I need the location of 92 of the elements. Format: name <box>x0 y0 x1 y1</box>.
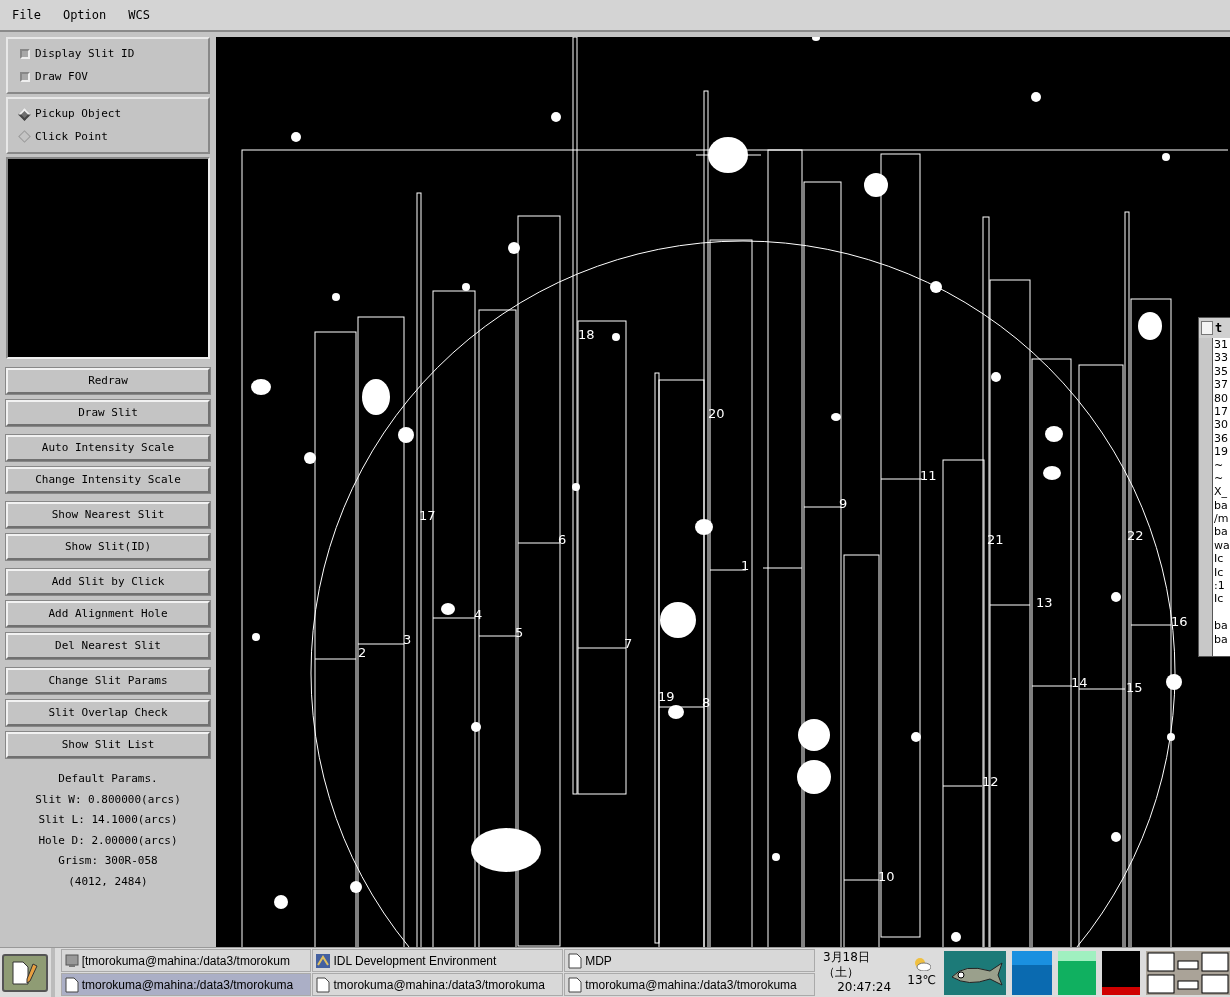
taskbar-button[interactable]: tmorokuma@mahina:/data3/tmorokuma <box>312 973 564 996</box>
terminal-line: :1 <box>1214 579 1226 593</box>
taskbar-button[interactable]: tmorokuma@mahina:/data3/tmorokuma <box>564 973 815 996</box>
slit-number: 11 <box>920 469 937 482</box>
action-button[interactable]: Show Slit List <box>6 732 210 758</box>
taskbar-button[interactable]: tmorokuma@mahina:/data3/tmorokuma <box>60 973 312 996</box>
menu-item[interactable]: File <box>12 6 41 24</box>
scrollbar[interactable] <box>1199 338 1213 656</box>
action-button[interactable]: Add Alignment Hole <box>6 601 210 627</box>
checkbox[interactable] <box>20 71 30 82</box>
param-text: Slit L: 14.1000(arcs) <box>38 812 178 828</box>
param-text: Slit W: 0.800000(arcs) <box>35 791 181 808</box>
terminal-line: ba <box>1214 498 1229 513</box>
slit-number: 13 <box>1036 596 1053 609</box>
terminal-line: 33 <box>1214 351 1229 365</box>
terminal-line: 35 <box>1214 364 1229 379</box>
terminal-line: 36 <box>1214 431 1229 446</box>
clock-time: 20:47:24 <box>837 980 892 995</box>
temperature-text: 13℃ <box>907 971 936 989</box>
menu-item[interactable]: WCS <box>128 6 150 24</box>
document-icon <box>64 976 79 993</box>
taskbar-button[interactable]: IDL Development Environment <box>312 949 564 972</box>
fish-applet-icon[interactable] <box>944 950 1006 995</box>
slit-number: 7 <box>624 637 633 650</box>
cpu-graph-icon[interactable] <box>1102 950 1140 995</box>
terminal-line: 31 <box>1214 338 1229 352</box>
terminal-line: wa <box>1214 538 1230 553</box>
slit-number: 1 <box>741 559 750 572</box>
param-text: Default Params. <box>58 771 158 787</box>
slit-number: 16 <box>1171 615 1188 628</box>
slit-number: 5 <box>515 626 524 639</box>
checkbox-label: Display Slit ID <box>35 46 135 62</box>
document-icon <box>568 976 583 993</box>
param-text: Hole D: 2.00000(arcs) <box>38 832 178 849</box>
window-title: t <box>1215 320 1223 337</box>
taskbar-button[interactable]: MDP <box>564 949 815 972</box>
slit-number: 3 <box>403 633 412 646</box>
menu-item[interactable]: Option <box>62 6 107 24</box>
action-button[interactable]: Change Slit Params <box>6 668 210 694</box>
terminal-line: /m <box>1214 512 1230 526</box>
window-icon <box>1201 321 1213 335</box>
terminal-line: 30 <box>1214 418 1229 432</box>
action-button[interactable]: Redraw <box>6 368 210 394</box>
terminal-line: Ic <box>1214 565 1225 580</box>
slit-number: 6 <box>558 533 567 546</box>
terminal-line: ba <box>1214 632 1229 646</box>
param-text: Grism: 300R-058 <box>58 853 158 869</box>
terminal-line: ~ <box>1214 471 1225 486</box>
document-pencil-icon <box>11 959 40 986</box>
radio-label: Click Point <box>35 128 108 145</box>
action-button[interactable]: Auto Intensity Scale <box>6 435 210 461</box>
slit-number: 17 <box>419 509 436 522</box>
slit-number: 10 <box>878 870 895 883</box>
monitor-icon <box>64 953 79 968</box>
param-text: (4012, 2484) <box>68 873 148 890</box>
terminal-line: ~ <box>1214 458 1225 472</box>
start-button[interactable] <box>2 953 49 992</box>
terminal-line: 19 <box>1214 445 1229 459</box>
action-button[interactable]: Del Nearest Slit <box>6 633 210 659</box>
action-button[interactable]: Add Slit by Click <box>6 569 210 595</box>
date-text: 3月18日（土） <box>822 950 871 980</box>
slit-number: 20 <box>708 407 725 420</box>
terminal-line: Ic <box>1214 592 1225 606</box>
document-icon <box>568 952 583 969</box>
document-icon <box>316 976 331 993</box>
slit-number: 2 <box>358 646 367 659</box>
slit-number: 18 <box>578 328 595 341</box>
network-graph-icon[interactable] <box>1012 950 1052 995</box>
action-button[interactable]: Show Slit(ID) <box>6 534 210 560</box>
terminal-line: ba <box>1214 525 1229 539</box>
slit-number: 14 <box>1071 676 1088 689</box>
action-button[interactable]: Slit Overlap Check <box>6 700 210 726</box>
radio-label: Pickup Object <box>35 106 122 122</box>
slit-number: 15 <box>1126 681 1143 694</box>
action-button[interactable]: Draw Slit <box>6 400 210 426</box>
terminal-line: X_ <box>1214 485 1229 499</box>
workspace-pager-icon[interactable] <box>1146 950 1230 995</box>
action-button[interactable]: Change Intensity Scale <box>6 467 210 493</box>
partly-cloudy-icon <box>912 956 931 971</box>
checkbox[interactable] <box>20 49 30 60</box>
action-button[interactable]: Show Nearest Slit <box>6 502 210 528</box>
checkbox-label: Draw FOV <box>35 68 88 85</box>
slit-number: 22 <box>1127 529 1144 542</box>
terminal-line: ba <box>1214 619 1229 633</box>
taskbar-button[interactable]: [tmorokuma@mahina:/data3/tmorokum <box>60 949 312 972</box>
terminal-line: 80 <box>1214 391 1229 405</box>
app-icon <box>316 953 331 968</box>
slit-number: 9 <box>839 497 848 510</box>
terminal-line: 17 <box>1214 404 1229 419</box>
terminal-line: Ic <box>1214 552 1225 566</box>
slit-number: 4 <box>474 608 483 621</box>
terminal-line: 37 <box>1214 378 1229 392</box>
